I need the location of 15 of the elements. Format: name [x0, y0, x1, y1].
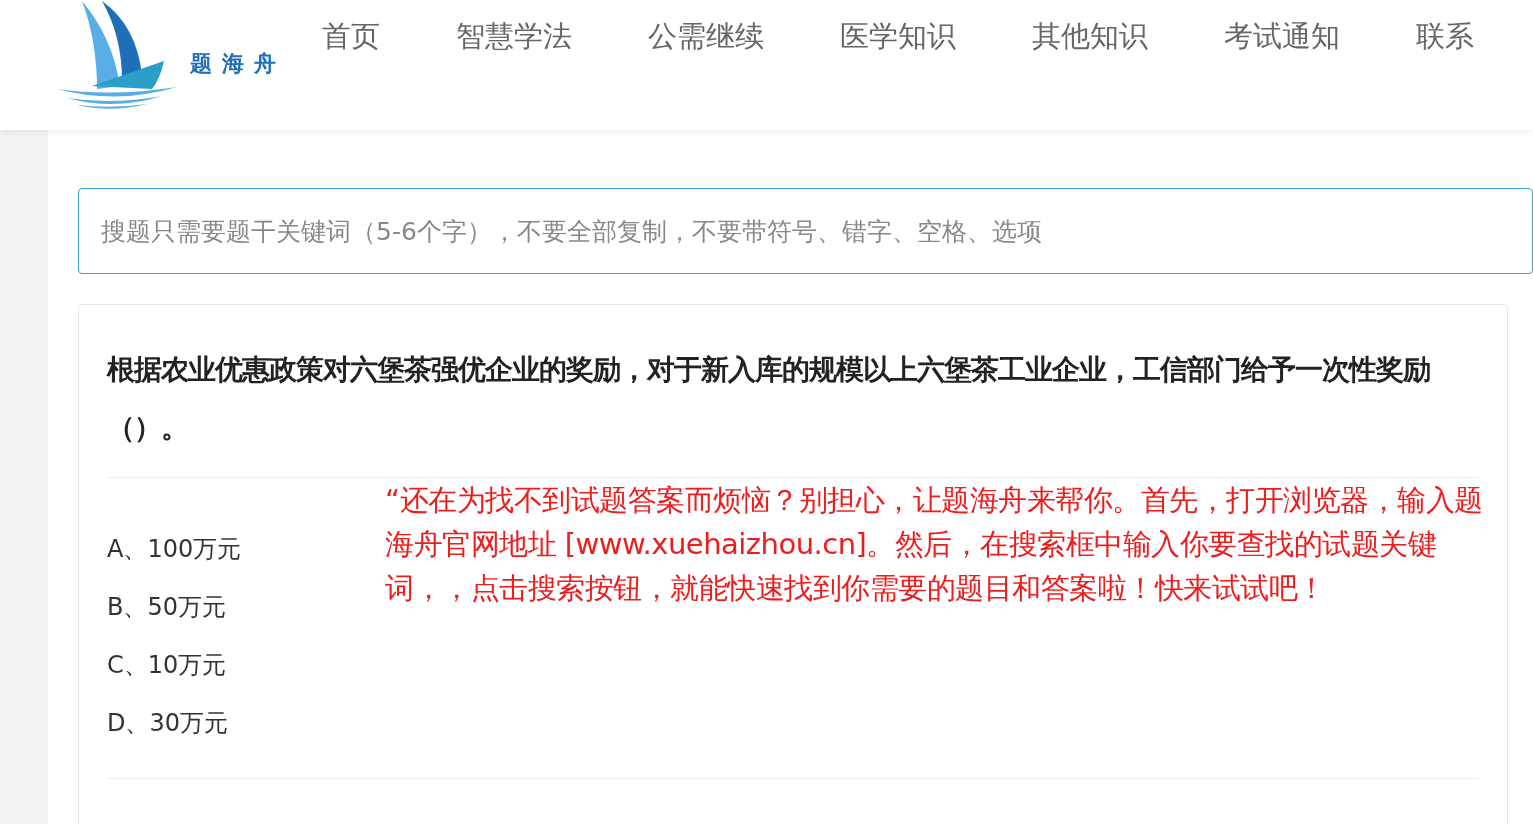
nav-link[interactable]: 公需继续 — [610, 16, 802, 56]
question-text: 根据农业优惠政策对六堡茶强优企业的奖励，对于新入库的规模以上六堡茶工业企业，工信部门给予一次性奖励（）。 — [107, 305, 1479, 478]
nav-link[interactable]: 首页 — [322, 16, 418, 56]
nav-link[interactable]: 医学知识 — [802, 16, 994, 56]
answer-option: B、50万元 — [107, 578, 385, 636]
answer-option: A、100万元 — [107, 520, 385, 578]
search-field[interactable]: 搜题只需要题干关键词（5-6个字），不要全部复制，不要带符号、错字、空格、选项 — [78, 188, 1533, 274]
logo-text: 题海舟 — [190, 49, 286, 78]
promo-text: “还在为找不到试题答案而烦恼？别担心，让题海舟来帮你。首先，打开浏览器，输入题海舟官网地址 [www.xuehaizhou.cn]。然后，在搜索框中输入你要查找的试题关键词，，点击搜索按钮，就能快速找到你需要的题目和答案啦！快来试试吧！ — [385, 482, 1484, 607]
nav-link[interactable]: 考试通知 — [1186, 16, 1378, 56]
answer-option: D、30万元 — [107, 694, 385, 752]
answer-option: C、10万元 — [107, 636, 385, 694]
nav-link[interactable]: 联系 — [1378, 16, 1474, 56]
nav-link[interactable]: 其他知识 — [994, 16, 1186, 56]
nav-link[interactable]: 智慧学法 — [418, 16, 610, 56]
